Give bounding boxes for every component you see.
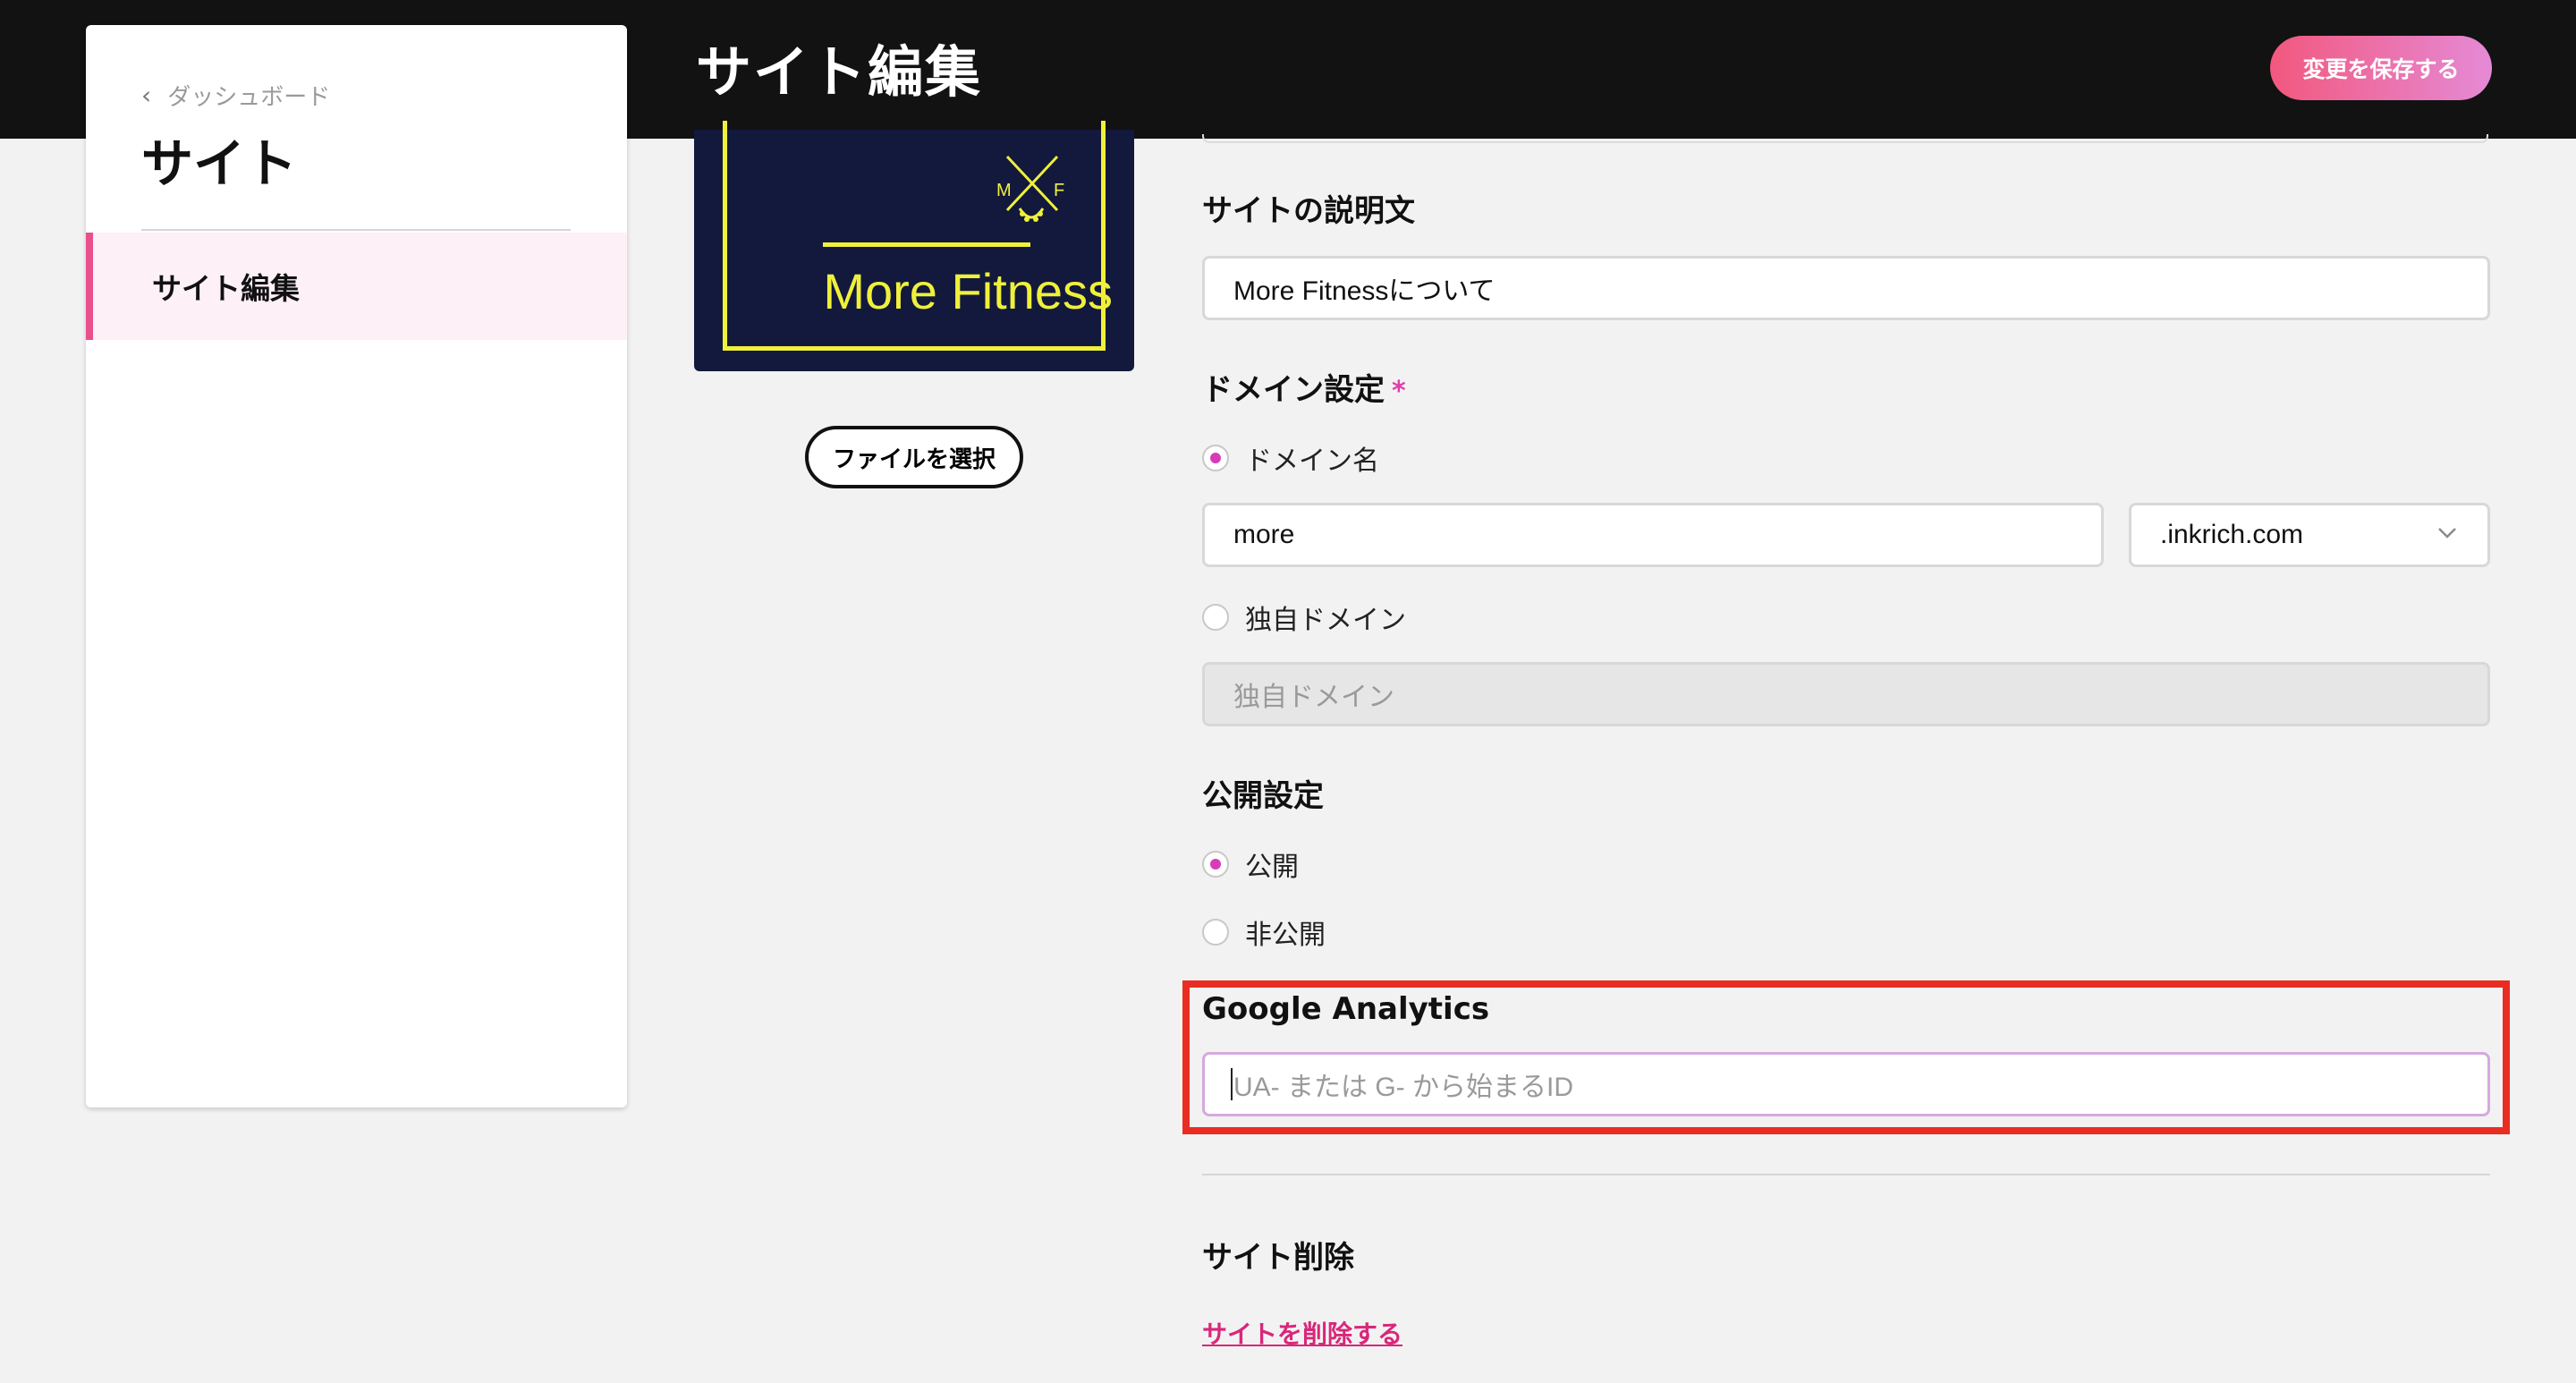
- domain-name-input[interactable]: more: [1202, 503, 2104, 567]
- page-title: サイト編集: [696, 39, 983, 105]
- domain-label: ドメイン設定 *: [1202, 365, 1406, 409]
- custom-domain-input: 独自ドメイン: [1202, 662, 2490, 726]
- sidebar-divider: [141, 229, 571, 231]
- radio-button[interactable]: [1202, 604, 1229, 631]
- radio-label: 公開: [1245, 852, 1299, 883]
- section-divider: [1202, 1174, 2490, 1175]
- logo-text: More Fitness: [823, 263, 1113, 319]
- back-to-dashboard-link[interactable]: ‹ ダッシュボード: [141, 79, 330, 112]
- radio-domain-name[interactable]: ドメイン名: [1202, 438, 1379, 478]
- back-link-label: ダッシュボード: [167, 84, 331, 111]
- radio-button[interactable]: [1202, 919, 1229, 946]
- logo-rule: [823, 242, 1030, 247]
- domain-suffix-select[interactable]: .inkrich.com: [2129, 503, 2490, 567]
- chevron-left-icon: ‹: [141, 81, 152, 110]
- radio-private[interactable]: 非公開: [1202, 912, 1326, 952]
- visibility-label: 公開設定: [1202, 778, 1324, 814]
- radio-button[interactable]: [1202, 445, 1229, 471]
- logo-letter-m: M: [996, 181, 1012, 200]
- radio-label: 非公開: [1245, 920, 1326, 951]
- logo-letter-f: F: [1054, 181, 1064, 200]
- domain-suffix-value: .inkrich.com: [2160, 520, 2304, 549]
- radio-custom-domain[interactable]: 独自ドメイン: [1202, 598, 1406, 637]
- logo-crossed-mark-icon: M F: [996, 155, 1064, 222]
- radio-label: 独自ドメイン: [1245, 605, 1406, 636]
- sidebar: ‹ ダッシュボード サイト サイト編集: [86, 25, 627, 1107]
- chevron-down-icon: [2438, 528, 2456, 539]
- radio-label: ドメイン名: [1245, 445, 1379, 477]
- required-mark: *: [1392, 376, 1406, 407]
- save-changes-button[interactable]: 変更を保存する: [2270, 36, 2492, 100]
- sidebar-item-label: サイト編集: [152, 271, 300, 306]
- delete-site-link[interactable]: サイトを削除する: [1202, 1315, 1402, 1351]
- highlight-box: [1182, 980, 2510, 1134]
- description-input[interactable]: More Fitnessについて: [1202, 256, 2490, 320]
- domain-label-text: ドメイン設定: [1202, 372, 1385, 408]
- site-logo-preview: M F More Fitness: [694, 121, 1134, 371]
- description-label: サイトの説明文: [1202, 193, 1415, 229]
- radio-button[interactable]: [1202, 851, 1229, 878]
- sidebar-title: サイト: [141, 133, 298, 194]
- delete-section-label: サイト削除: [1202, 1240, 1354, 1276]
- radio-public[interactable]: 公開: [1202, 844, 1299, 884]
- previous-field-edge: [1202, 134, 2488, 143]
- choose-file-button[interactable]: ファイルを選択: [805, 426, 1023, 488]
- sidebar-item-site-edit[interactable]: サイト編集: [86, 233, 627, 340]
